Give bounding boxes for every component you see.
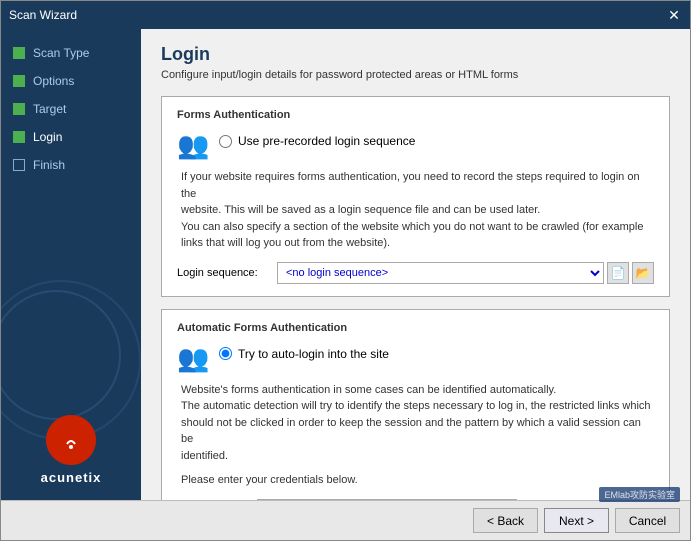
sidebar-step-label-options: Options [33,74,74,88]
auto-login-radio[interactable] [219,347,232,360]
sidebar-logo: acunetix [1,405,141,500]
sidebar-step-label-finish: Finish [33,158,65,172]
sidebar-step-label-scan-type: Scan Type [33,46,89,60]
acunetix-text: acunetix [41,470,102,485]
next-button[interactable]: Next > [544,508,609,533]
main-area: Scan Type Options Target Login Finish [1,29,690,500]
close-button[interactable]: ✕ [666,7,682,23]
step-icon-target [13,103,25,115]
auto-auth-radio-row: Try to auto-login into the site [219,347,389,361]
new-file-icon: 📄 [611,266,626,280]
auto-auth-box: Automatic Forms Authentication 👥 Try to … [161,309,670,501]
pre-recorded-radio[interactable] [219,135,232,148]
credentials-prompt: Please enter your credentials below. [181,472,654,489]
watermark: EMlab攻防实验室 [599,487,680,502]
forms-auth-title: Forms Authentication [177,109,654,121]
sidebar-item-target[interactable]: Target [1,95,141,123]
login-seq-row: Login sequence: <no login sequence> 📄 📂 [177,262,654,284]
login-seq-select[interactable]: <no login sequence> [277,262,604,284]
title-bar: Scan Wizard ✕ [1,1,690,29]
forms-auth-description: If your website requires forms authentic… [181,169,654,252]
sidebar-step-label-target: Target [33,102,66,116]
auto-auth-description: Website's forms authentication in some c… [181,382,654,465]
sidebar-item-options[interactable]: Options [1,67,141,95]
scan-wizard-window: Scan Wizard ✕ Scan Type Options Target [0,0,691,541]
step-icon-scan-type [13,47,25,59]
forms-auth-header-row: 👥 Use pre-recorded login sequence [177,129,654,161]
sidebar-item-finish[interactable]: Finish [1,151,141,179]
auto-login-label[interactable]: Try to auto-login into the site [238,347,389,361]
footer: < Back Next > Cancel EMlab攻防实验室 [1,500,690,540]
window-title: Scan Wizard [9,8,77,22]
auto-auth-header-row: 👥 Try to auto-login into the site [177,342,654,374]
step-icon-finish [13,159,25,171]
step-icon-options [13,75,25,87]
forms-auth-people-icon: 👥 [177,129,209,161]
auto-auth-title: Automatic Forms Authentication [177,322,654,334]
sidebar-step-label-login: Login [33,130,62,144]
forms-auth-box: Forms Authentication 👥 Use pre-recorded … [161,96,670,297]
open-file-icon: 📂 [636,266,651,280]
login-seq-label: Login sequence: [177,267,277,279]
sidebar-steps: Scan Type Options Target Login Finish [1,29,141,405]
pre-recorded-label[interactable]: Use pre-recorded login sequence [238,134,415,148]
sidebar-item-login[interactable]: Login [1,123,141,151]
sidebar: Scan Type Options Target Login Finish [1,29,141,500]
sidebar-item-scan-type[interactable]: Scan Type [1,39,141,67]
new-file-button[interactable]: 📄 [607,262,629,284]
page-subtitle: Configure input/login details for passwo… [161,69,670,81]
back-button[interactable]: < Back [473,508,538,533]
content-panel: Login Configure input/login details for … [141,29,690,500]
cancel-button[interactable]: Cancel [615,508,680,533]
step-icon-login [13,131,25,143]
acunetix-svg [53,422,89,458]
auto-auth-people-icon: 👥 [177,342,209,374]
open-file-button[interactable]: 📂 [632,262,654,284]
page-title: Login [161,44,670,65]
acunetix-logo-icon [46,415,96,465]
forms-auth-radio-row: Use pre-recorded login sequence [219,134,415,148]
